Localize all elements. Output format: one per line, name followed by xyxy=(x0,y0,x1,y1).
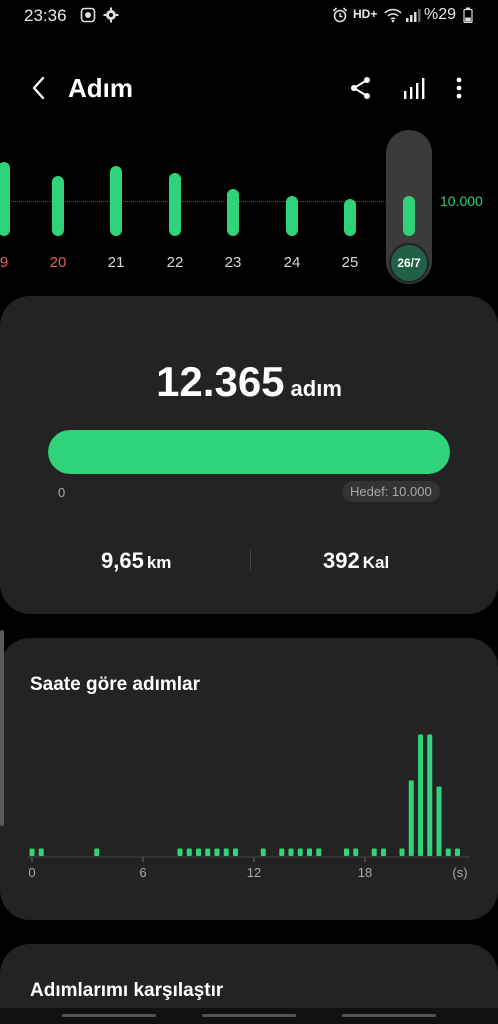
hourly-bar-15 xyxy=(316,848,322,856)
screenshot-icon xyxy=(80,7,96,23)
alarm-icon xyxy=(332,7,348,23)
day-bar-23[interactable] xyxy=(227,189,239,236)
hourly-bar-23 xyxy=(427,734,433,856)
hourly-bar-21 xyxy=(408,780,414,856)
settings-icon xyxy=(103,7,119,23)
more-vert-icon[interactable] xyxy=(445,74,473,102)
day-label-21[interactable]: 21 xyxy=(101,254,131,271)
steps-summary-card: 12.365 adım 0 Hedef: 10.000 9,65 km 392 Kal xyxy=(0,296,498,614)
wifi-icon xyxy=(384,8,402,23)
day-bar-9[interactable] xyxy=(0,162,10,236)
calories-unit: Kal xyxy=(362,553,390,572)
hourly-bar-11 xyxy=(279,848,285,856)
hourly-bar-7 xyxy=(214,848,220,856)
day-label-25[interactable]: 25 xyxy=(335,254,365,271)
network-label: HD+ xyxy=(353,7,378,21)
compare-title: Adımlarımı karşılaştır xyxy=(30,980,224,1001)
day-bar-24[interactable] xyxy=(286,196,298,236)
share-icon[interactable] xyxy=(347,74,375,102)
hourly-bar-12 xyxy=(288,848,294,856)
day-bar-25[interactable] xyxy=(344,199,356,236)
day-label-9[interactable]: 9 xyxy=(0,254,19,271)
hourly-bar-16 xyxy=(344,848,349,856)
back-arrow-icon[interactable] xyxy=(26,74,54,102)
day-bar-22[interactable] xyxy=(169,173,181,236)
hourly-tick-label-1: 6 xyxy=(139,865,146,880)
battery-icon xyxy=(463,7,473,23)
hourly-bar-24 xyxy=(436,786,442,856)
progress-min-label: 0 xyxy=(58,485,66,500)
selected-day-badge[interactable]: 26/7 xyxy=(389,243,429,283)
day-label-20[interactable]: 20 xyxy=(43,254,73,271)
hourly-bar-22 xyxy=(418,734,423,856)
hourly-bar-1 xyxy=(38,848,44,856)
hourly-tick-label-4: (s) xyxy=(452,865,467,880)
selected-day-bar xyxy=(403,196,415,236)
hourly-tick-label-0: 0 xyxy=(28,865,35,880)
hourly-steps-chart: 0 6 12 18 (s) xyxy=(28,734,470,880)
hourly-bar-19 xyxy=(381,848,386,856)
steps-progress-fill xyxy=(48,430,450,474)
signal-icon xyxy=(406,9,421,22)
day-label-23[interactable]: 23 xyxy=(218,254,248,271)
steps-progress-bar xyxy=(48,430,450,474)
steps-unit: adım xyxy=(290,376,342,401)
hourly-bar-2 xyxy=(94,848,100,856)
hourly-bar-4 xyxy=(186,848,192,856)
hourly-bar-5 xyxy=(196,848,201,856)
status-bar: 23:36 HD+ %29 xyxy=(0,0,498,32)
day-bar-21[interactable] xyxy=(110,166,122,236)
distance-stat: 9,65 km xyxy=(101,548,171,574)
stat-divider xyxy=(250,550,251,570)
nav-home-button[interactable] xyxy=(202,1014,296,1017)
app-header: Adım xyxy=(0,60,498,116)
edge-panel-handle[interactable] xyxy=(0,630,4,826)
hourly-bar-17 xyxy=(353,848,359,856)
goal-line xyxy=(0,201,430,202)
hourly-bar-9 xyxy=(233,848,238,856)
page-title: Adım xyxy=(68,73,133,103)
hourly-bar-26 xyxy=(455,848,460,856)
daily-steps-strip[interactable]: 10.000 26/7 9 20 21 22 23 24 25 xyxy=(0,130,498,290)
hourly-steps-card[interactable]: Saate göre adımlar 0 6 12 18 (s) xyxy=(0,638,498,920)
hourly-bar-8 xyxy=(223,848,229,856)
hourly-bar-18 xyxy=(371,848,377,856)
distance-value: 9,65 xyxy=(101,548,144,573)
hourly-bar-13 xyxy=(297,848,303,856)
day-label-22[interactable]: 22 xyxy=(160,254,190,271)
hourly-bar-0 xyxy=(29,848,35,856)
hourly-tick-label-2: 12 xyxy=(247,865,261,880)
day-label-24[interactable]: 24 xyxy=(277,254,307,271)
goal-label: 10.000 xyxy=(440,193,483,209)
steps-count: 12.365 adım xyxy=(0,358,498,406)
bar-chart-icon[interactable] xyxy=(400,74,428,102)
hourly-tick-label-3: 18 xyxy=(358,865,372,880)
nav-recents-button[interactable] xyxy=(62,1014,156,1017)
hourly-bar-25 xyxy=(445,848,451,856)
goal-badge[interactable]: Hedef: 10.000 xyxy=(342,481,440,502)
calories-stat: 392 Kal xyxy=(323,548,389,574)
day-bar-20[interactable] xyxy=(52,176,64,236)
hourly-bar-10 xyxy=(260,848,266,856)
nav-back-button[interactable] xyxy=(342,1014,436,1017)
nav-bar xyxy=(0,1008,498,1024)
calories-value: 392 xyxy=(323,548,360,573)
battery-level: %29 xyxy=(424,6,457,23)
distance-unit: km xyxy=(146,553,172,572)
hourly-bar-3 xyxy=(177,848,183,856)
hourly-bar-20 xyxy=(399,848,405,856)
hourly-bar-6 xyxy=(205,848,211,856)
hourly-bar-14 xyxy=(307,848,312,856)
hourly-title: Saate göre adımlar xyxy=(30,674,201,695)
status-time: 23:36 xyxy=(24,6,67,25)
steps-value: 12.365 xyxy=(156,358,285,405)
